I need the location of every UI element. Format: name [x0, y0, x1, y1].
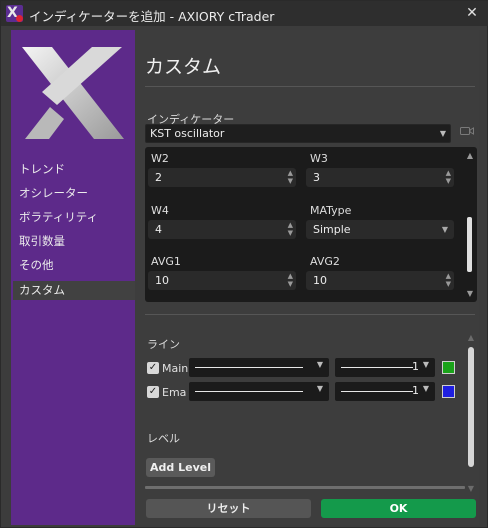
- indicator-select[interactable]: KST oscillator ▼: [145, 124, 451, 143]
- chevron-down-icon: ▼: [422, 360, 429, 369]
- param-input-w2[interactable]: 2 ▲ ▼: [148, 168, 296, 187]
- chevron-down-icon: ▼: [441, 225, 448, 234]
- param-input-w3[interactable]: 3 ▲ ▼: [306, 168, 454, 187]
- chevron-down-icon: ▼: [316, 384, 323, 393]
- param-label-matype: MAType: [310, 204, 352, 217]
- line-style-preview: [195, 367, 303, 368]
- sidebar-item-oscillator[interactable]: オシレーター: [13, 184, 135, 203]
- parameters-panel: W2 2 ▲ ▼ W3 3 ▲ ▼ W4 4 ▲ ▼ MAType Simple ▼ …: [145, 147, 477, 302]
- scroll-up-icon[interactable]: ▲: [466, 333, 476, 342]
- page-title: カスタム: [145, 56, 222, 78]
- param-label-avg1: AVG1: [151, 255, 181, 268]
- axiory-logo: [19, 45, 127, 141]
- param-value-matype: Simple: [313, 223, 351, 236]
- settings-scrollbar[interactable]: ▲ ▼: [466, 333, 476, 493]
- add-level-button[interactable]: Add Level: [146, 458, 215, 477]
- param-label-avg2: AVG2: [310, 255, 340, 268]
- param-label-w3: W3: [310, 152, 328, 165]
- main-line-label: Main: [162, 362, 189, 375]
- lines-label: ライン: [147, 338, 180, 351]
- ema-line-checkbox[interactable]: ✓: [147, 386, 159, 398]
- param-label-w4: W4: [151, 204, 169, 217]
- camera-icon[interactable]: [457, 124, 477, 143]
- line-style-preview: [195, 391, 303, 392]
- sidebar-item-trend[interactable]: トレンド: [13, 160, 135, 179]
- title-divider: [145, 86, 475, 87]
- app-logo-icon: X: [6, 5, 23, 22]
- param-value-w4: 4: [155, 223, 162, 236]
- chevron-down-icon: ▼: [316, 360, 323, 369]
- param-value-w3: 3: [313, 171, 320, 184]
- param-value-w2: 2: [155, 171, 162, 184]
- sidebar-item-custom[interactable]: カスタム: [13, 281, 135, 300]
- ema-line-style-select[interactable]: ▼: [189, 382, 329, 401]
- param-value-avg2: 10: [313, 274, 327, 287]
- param-value-avg1: 10: [155, 274, 169, 287]
- close-icon[interactable]: ✕: [461, 3, 483, 24]
- window-title: インディケーターを追加 - AXIORY cTrader: [29, 9, 275, 24]
- param-input-w4[interactable]: 4 ▲ ▼: [148, 220, 296, 239]
- main-line-color-swatch[interactable]: [442, 361, 455, 374]
- sidebar-item-volatility[interactable]: ボラティリティ: [13, 208, 135, 227]
- main-line-checkbox[interactable]: ✓: [147, 362, 159, 374]
- line-thickness-preview: [341, 391, 413, 392]
- param-select-matype[interactable]: Simple ▼: [306, 220, 454, 239]
- main-line-thickness: 1: [412, 360, 419, 373]
- chevron-down-icon: ▼: [439, 129, 446, 138]
- param-label-w2: W2: [151, 152, 169, 165]
- ema-line-thickness: 1: [412, 384, 419, 397]
- ema-line-color-swatch[interactable]: [442, 385, 455, 398]
- spinner-icon[interactable]: ▲ ▼: [446, 272, 451, 288]
- scroll-thumb[interactable]: [468, 347, 474, 467]
- add-indicator-dialog: X インディケーターを追加 - AXIORY cTrader ✕ トレンド オシ…: [0, 0, 488, 528]
- chevron-down-icon: ▼: [422, 384, 429, 393]
- scroll-down-icon[interactable]: ▼: [466, 289, 474, 298]
- ok-button[interactable]: OK: [321, 499, 476, 518]
- sidebar-item-other[interactable]: その他: [13, 256, 135, 275]
- scroll-down-icon[interactable]: ▼: [466, 484, 476, 493]
- line-thickness-preview: [341, 367, 413, 368]
- main-line-style-select[interactable]: ▼: [189, 358, 329, 377]
- params-scrollbar[interactable]: ▲ ▼: [466, 151, 474, 298]
- spinner-icon[interactable]: ▲ ▼: [288, 272, 293, 288]
- param-input-avg2[interactable]: 10 ▲ ▼: [306, 271, 454, 290]
- main-panel: カスタム インディケーター KST oscillator ▼ W2 2 ▲ ▼ W…: [135, 30, 479, 525]
- sidebar-item-volume[interactable]: 取引数量: [13, 232, 135, 251]
- ema-line-thickness-select[interactable]: 1 ▼: [335, 382, 435, 401]
- spinner-icon[interactable]: ▲ ▼: [288, 169, 293, 185]
- spinner-icon[interactable]: ▲ ▼: [288, 221, 293, 237]
- params-divider: [145, 314, 475, 315]
- levels-label: レベル: [147, 432, 180, 445]
- reset-button[interactable]: リセット: [146, 499, 311, 518]
- category-sidebar: トレンド オシレーター ボラティリティ 取引数量 その他 カスタム: [11, 30, 135, 525]
- param-input-avg1[interactable]: 10 ▲ ▼: [148, 271, 296, 290]
- scroll-up-icon[interactable]: ▲: [466, 151, 474, 160]
- ema-line-label: Ema: [162, 386, 187, 399]
- horizontal-scrollbar[interactable]: [145, 486, 465, 489]
- scroll-thumb[interactable]: [467, 217, 472, 272]
- main-line-thickness-select[interactable]: 1 ▼: [335, 358, 435, 377]
- title-bar: X インディケーターを追加 - AXIORY cTrader ✕: [1, 1, 488, 26]
- indicator-select-value: KST oscillator: [150, 127, 225, 140]
- spinner-icon[interactable]: ▲ ▼: [446, 169, 451, 185]
